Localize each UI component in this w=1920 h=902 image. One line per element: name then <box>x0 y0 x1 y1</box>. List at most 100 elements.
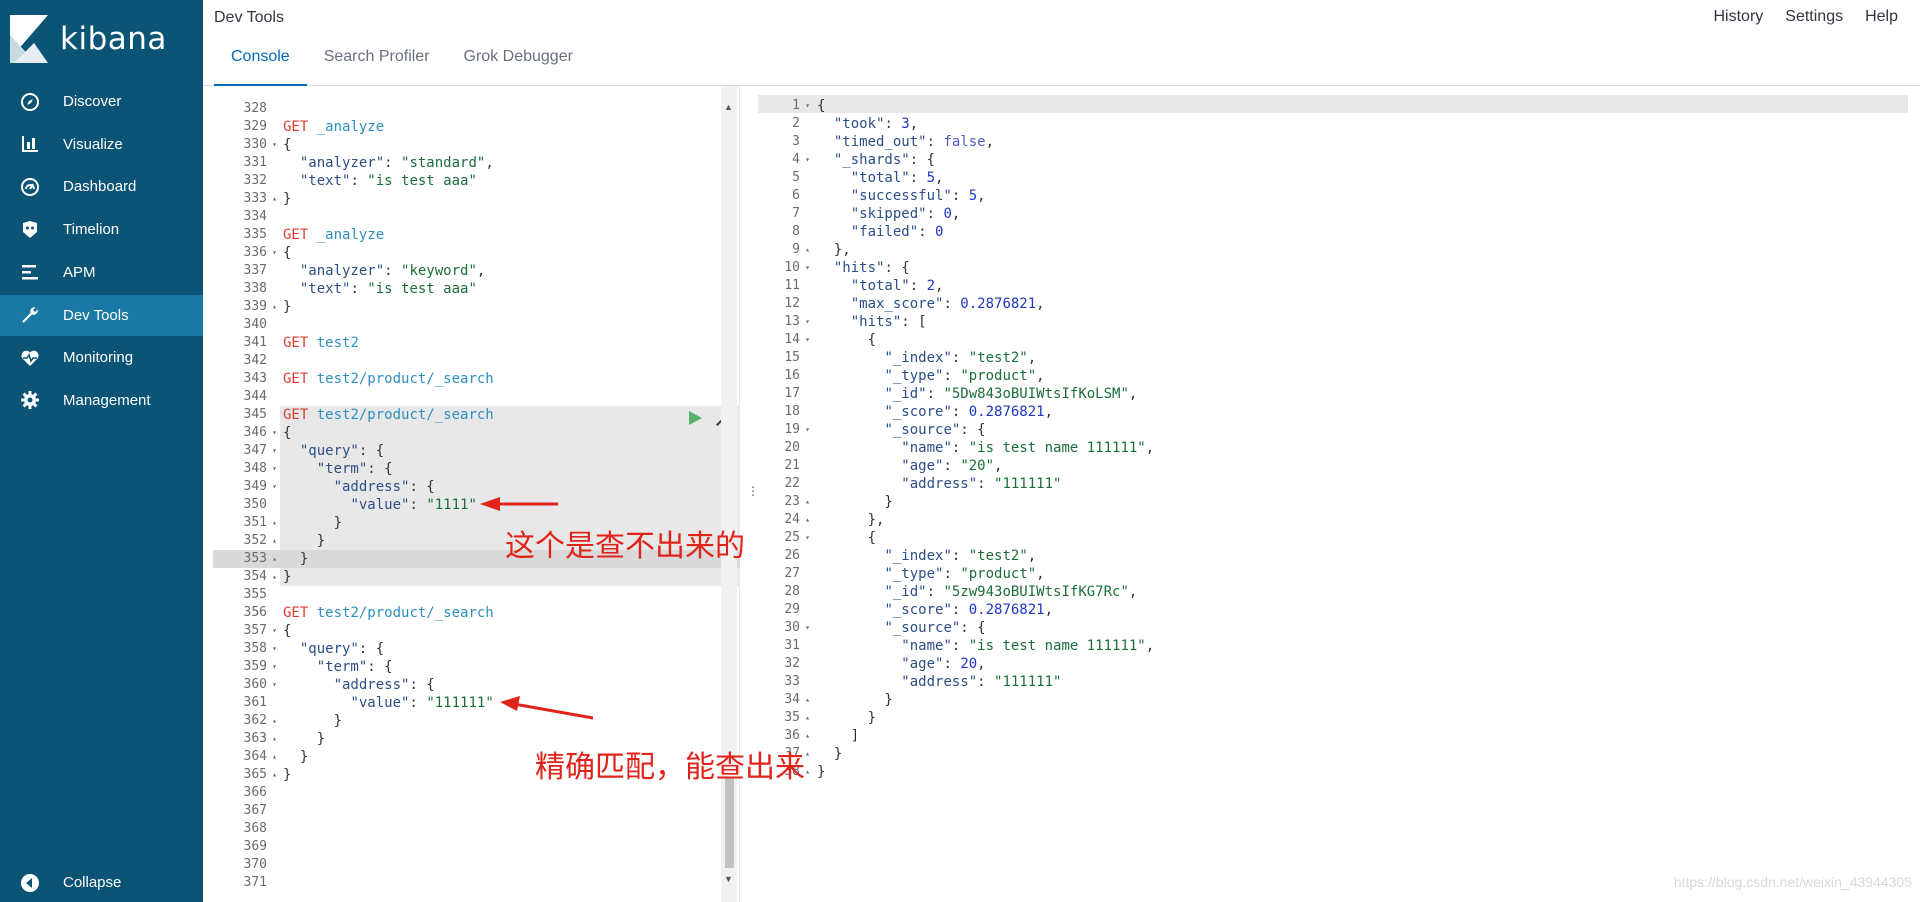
help-link[interactable]: Help <box>1865 8 1898 26</box>
fold-arrow-icon[interactable]: ▾ <box>272 676 277 694</box>
fold-arrow-icon[interactable]: ▾ <box>805 259 810 277</box>
sidebar-item-apm[interactable]: APM <box>0 252 203 293</box>
request-gutter: 328 329 330 ▾ 331 332 333 ▴ 334 335 336 ▾ 337 338 339 ▴… <box>203 86 280 902</box>
sidebar-item-management[interactable]: Management <box>0 380 203 421</box>
fold-arrow-icon[interactable]: ▾ <box>805 313 810 331</box>
history-link[interactable]: History <box>1714 8 1764 26</box>
sidebar-item-dashboard[interactable]: Dashboard <box>0 166 203 207</box>
unfold-arrow-icon[interactable]: ▴ <box>272 550 277 568</box>
code-token: "is test name 111111" <box>968 638 1146 654</box>
unfold-arrow-icon[interactable]: ▴ <box>805 511 810 529</box>
line-number-text: 354 <box>243 569 267 584</box>
response-code[interactable]: { "took": 3, "timed_out": false, "_shard… <box>817 86 1920 902</box>
tab-search-profiler[interactable]: Search Profiler <box>307 36 447 86</box>
code-line: } <box>283 298 739 316</box>
sidebar-item-monitoring[interactable]: Monitoring <box>0 337 203 378</box>
code-token: } <box>817 710 877 726</box>
line-number-text: 356 <box>243 605 267 620</box>
fold-arrow-icon[interactable]: ▾ <box>805 97 810 115</box>
unfold-arrow-icon[interactable]: ▴ <box>805 493 810 511</box>
unfold-arrow-icon[interactable]: ▴ <box>272 730 277 748</box>
line-number: 336 ▾ <box>203 244 280 262</box>
fold-arrow-icon[interactable]: ▾ <box>272 622 277 640</box>
tab-console[interactable]: Console <box>214 36 307 86</box>
line-number: 20 <box>758 439 813 457</box>
code-token: "address" <box>333 479 410 495</box>
line-number: 17 <box>758 385 813 403</box>
tab-grok-debugger[interactable]: Grok Debugger <box>447 36 590 86</box>
unfold-arrow-icon[interactable]: ▴ <box>805 241 810 259</box>
response-viewer[interactable]: 1 ▾ 2 3 4 ▾ 5 6 7 8 9 ▴ 10 ▾ 11 12 13 ▾ 14 ▾ 15 16 17 18 19 ▾ 20 21… <box>758 86 1920 902</box>
scroll-down-icon[interactable]: ▼ <box>724 874 733 884</box>
code-token: "timed_out" <box>833 134 927 150</box>
unfold-arrow-icon[interactable]: ▴ <box>272 532 277 550</box>
code-line: "text": "is test aaa" <box>283 172 739 190</box>
fold-arrow-icon[interactable]: ▾ <box>272 658 277 676</box>
send-request-icon[interactable] <box>687 410 703 426</box>
unfold-arrow-icon[interactable]: ▴ <box>805 763 810 781</box>
unfold-arrow-icon[interactable]: ▴ <box>272 190 277 208</box>
line-number-text: 331 <box>243 155 267 170</box>
line-number: 11 <box>758 277 813 295</box>
settings-link[interactable]: Settings <box>1785 8 1843 26</box>
kibana-logo[interactable]: kibana <box>10 15 190 67</box>
fold-arrow-icon[interactable]: ▾ <box>805 331 810 349</box>
fold-arrow-icon[interactable]: ▾ <box>805 421 810 439</box>
line-number: 3 <box>758 133 813 151</box>
unfold-arrow-icon[interactable]: ▴ <box>272 712 277 730</box>
code-line: "analyzer": "standard", <box>283 154 739 172</box>
code-token: "111111" <box>994 476 1062 492</box>
code-token: } <box>283 191 292 207</box>
scroll-thumb[interactable] <box>725 778 734 868</box>
line-number-text: 346 <box>243 425 267 440</box>
sidebar-item-timelion[interactable]: Timelion <box>0 209 203 250</box>
sidebar-item-dev-tools[interactable]: Dev Tools <box>0 294 203 336</box>
line-number: 347 ▾ <box>203 442 280 460</box>
unfold-arrow-icon[interactable]: ▴ <box>805 727 810 745</box>
fold-arrow-icon[interactable]: ▾ <box>272 460 277 478</box>
tab-bar: Console Search Profiler Grok Debugger <box>214 36 604 86</box>
code-token: "name" <box>901 638 952 654</box>
fold-arrow-icon[interactable]: ▾ <box>272 136 277 154</box>
code-line: "name": "is test name 111111", <box>817 439 1920 457</box>
code-token: "111111" <box>426 695 494 711</box>
annotation-arrow-1 <box>480 497 558 511</box>
unfold-arrow-icon[interactable]: ▴ <box>272 298 277 316</box>
code-token: GET <box>283 335 309 351</box>
code-line: "_type": "product", <box>817 367 1920 385</box>
line-number-text: 368 <box>243 821 267 836</box>
code-token: "_source" <box>884 422 961 438</box>
unfold-arrow-icon[interactable]: ▴ <box>272 568 277 586</box>
fold-arrow-icon[interactable]: ▾ <box>805 619 810 637</box>
unfold-arrow-icon[interactable]: ▴ <box>805 745 810 763</box>
line-number-text: 3 <box>792 134 800 149</box>
code-token: "1111" <box>426 497 477 513</box>
line-number-text: 31 <box>784 638 800 653</box>
line-number: 10 ▾ <box>758 259 813 277</box>
fold-arrow-icon[interactable]: ▾ <box>272 244 277 262</box>
fold-arrow-icon[interactable]: ▾ <box>272 640 277 658</box>
collapse-button[interactable]: Collapse <box>0 862 203 902</box>
unfold-arrow-icon[interactable]: ▴ <box>805 709 810 727</box>
unfold-arrow-icon[interactable]: ▴ <box>272 748 277 766</box>
fold-arrow-icon[interactable]: ▾ <box>272 424 277 442</box>
sidebar-item-discover[interactable]: Discover <box>0 81 203 122</box>
code-token: , <box>977 188 986 204</box>
line-number: 343 <box>203 370 280 388</box>
fold-arrow-icon[interactable]: ▾ <box>272 442 277 460</box>
unfold-arrow-icon[interactable]: ▴ <box>272 766 277 784</box>
unfold-arrow-icon[interactable]: ▴ <box>805 691 810 709</box>
fold-arrow-icon[interactable]: ▾ <box>805 529 810 547</box>
unfold-arrow-icon[interactable]: ▴ <box>272 514 277 532</box>
line-number: 34 ▴ <box>758 691 813 709</box>
sidebar-item-visualize[interactable]: Visualize <box>0 124 203 165</box>
code-token: } <box>283 767 292 783</box>
scroll-up-icon[interactable]: ▲ <box>724 102 733 112</box>
fold-arrow-icon[interactable]: ▾ <box>272 478 277 496</box>
fold-arrow-icon[interactable]: ▾ <box>805 151 810 169</box>
